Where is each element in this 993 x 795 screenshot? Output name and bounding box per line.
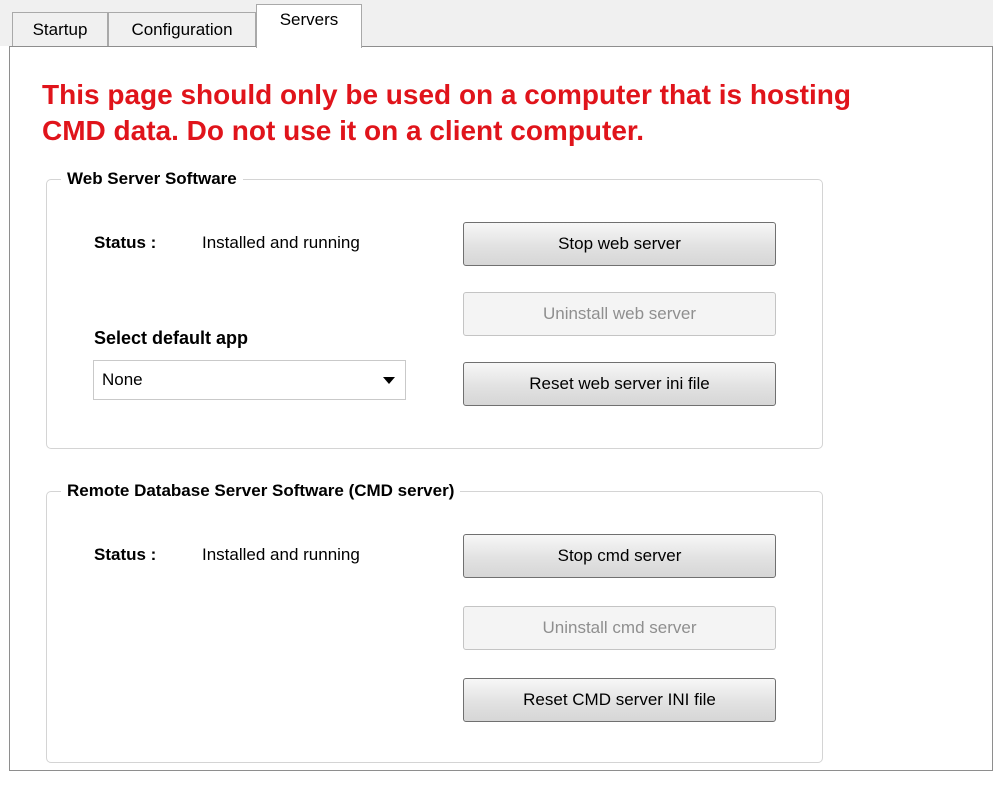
cmd-server-status-value: Installed and running bbox=[202, 545, 360, 564]
uninstall-cmd-server-button[interactable]: Uninstall cmd server bbox=[463, 606, 776, 650]
servers-tab-panel: This page should only be used on a compu… bbox=[9, 46, 993, 771]
cmd-server-status-label: Status : bbox=[94, 545, 157, 564]
web-server-status-label: Status : bbox=[94, 233, 157, 252]
web-server-software-group: Web Server Software Status : Installed a… bbox=[46, 167, 823, 449]
tab-bar: Startup Configuration Servers bbox=[0, 0, 993, 48]
default-app-dropdown[interactable]: None bbox=[93, 360, 406, 400]
default-app-selected-value: None bbox=[102, 370, 143, 389]
hosting-warning-message: This page should only be used on a compu… bbox=[42, 79, 851, 146]
reset-web-server-ini-button[interactable]: Reset web server ini file bbox=[463, 362, 776, 406]
remote-database-group-title: Remote Database Server Software (CMD ser… bbox=[61, 479, 461, 503]
remote-database-server-group: Remote Database Server Software (CMD ser… bbox=[46, 479, 823, 763]
select-default-app-label: Select default app bbox=[94, 328, 249, 348]
stop-cmd-server-button[interactable]: Stop cmd server bbox=[463, 534, 776, 578]
tab-configuration[interactable]: Configuration bbox=[108, 12, 256, 46]
web-server-group-title: Web Server Software bbox=[61, 167, 243, 191]
uninstall-web-server-button[interactable]: Uninstall web server bbox=[463, 292, 776, 336]
tab-startup[interactable]: Startup bbox=[12, 12, 108, 46]
reset-cmd-server-ini-button[interactable]: Reset CMD server INI file bbox=[463, 678, 776, 722]
dropdown-arrow-icon bbox=[383, 377, 395, 384]
web-server-status-value: Installed and running bbox=[202, 233, 360, 252]
tab-servers[interactable]: Servers bbox=[256, 4, 362, 48]
stop-web-server-button[interactable]: Stop web server bbox=[463, 222, 776, 266]
